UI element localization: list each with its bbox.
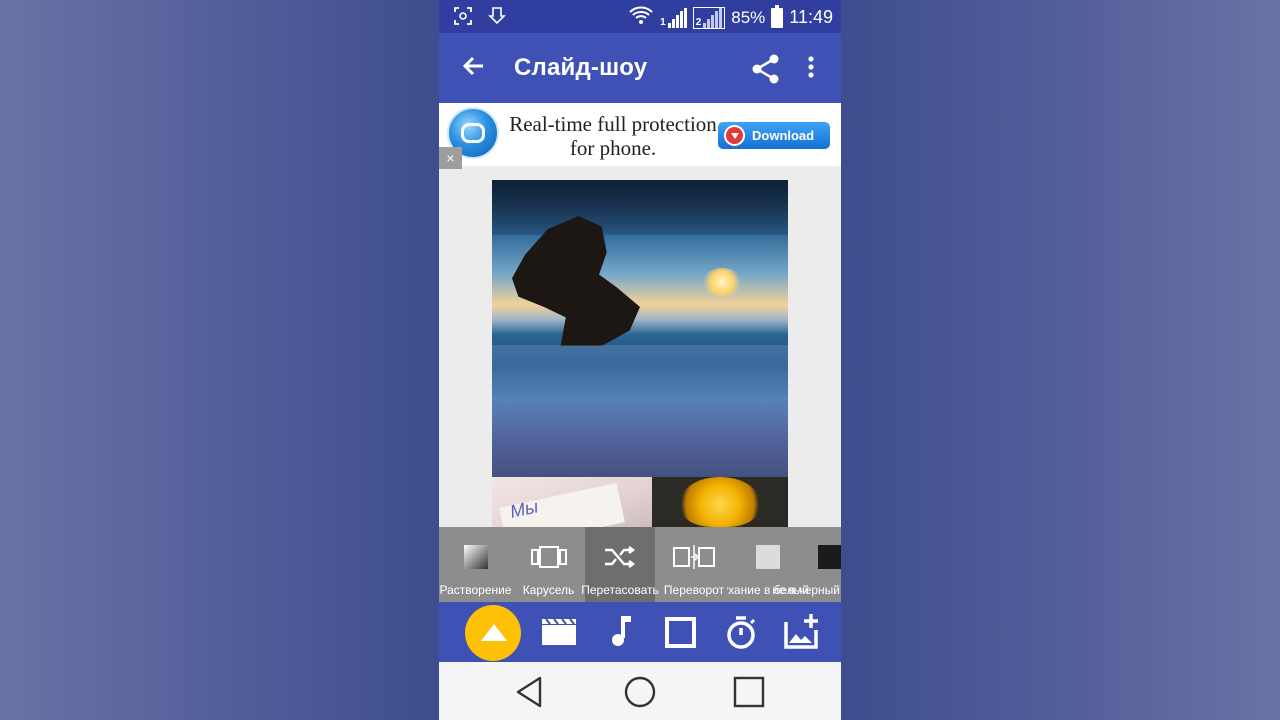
more-vert-icon[interactable] <box>799 52 823 86</box>
fade-black-icon <box>818 545 841 574</box>
transitions-strip[interactable]: Растворение Карусель Перетасовать Перево… <box>439 527 841 602</box>
page-title: Слайд-шоу <box>514 54 648 81</box>
app-bar: Слайд-шоу <box>439 33 841 103</box>
nav-back-icon[interactable] <box>512 674 548 710</box>
theme-icon <box>479 621 509 650</box>
shuffle-icon <box>603 545 637 574</box>
transition-item-carousel[interactable]: Карусель <box>512 527 585 602</box>
wet-sand <box>492 345 788 477</box>
system-nav-bar <box>439 662 841 720</box>
transition-item-shuffle[interactable]: Перетасовать <box>581 527 659 602</box>
theme-button[interactable] <box>465 605 521 661</box>
ad-text: Real-time full protection for phone. <box>509 112 717 160</box>
transition-label: Затухание в черный <box>773 583 840 597</box>
battery-icon <box>771 4 784 28</box>
carousel-icon <box>529 545 569 574</box>
next-photo-thumbnail[interactable]: Мы <box>492 477 788 527</box>
ad-close-button[interactable]: × <box>439 147 462 169</box>
transition-item-fade-black[interactable]: Затухание в черный <box>773 527 841 602</box>
signal-sim1-icon: 1 <box>660 7 687 28</box>
status-bar: 1 2 85% 11:49 <box>439 0 841 33</box>
transition-label: Переворот <box>663 583 725 597</box>
yellow-rose <box>680 477 760 527</box>
transition-item-dissolve[interactable]: Растворение <box>439 527 512 602</box>
screenshot-icon <box>453 6 473 31</box>
frame-icon[interactable] <box>651 602 711 662</box>
slideshow-preview-image[interactable] <box>492 180 788 477</box>
flip-icon <box>672 545 716 574</box>
download-icon <box>487 6 507 31</box>
signal-sim2-icon: 2 <box>692 6 726 29</box>
battery-percent: 85% <box>731 7 766 27</box>
fade-gradient-icon <box>463 545 488 574</box>
clock: 11:49 <box>789 7 833 27</box>
sea-rock <box>512 216 640 346</box>
transition-item-flip[interactable]: Переворот <box>655 527 733 602</box>
background-right <box>841 0 1280 720</box>
sim1-label: 1 <box>660 16 666 28</box>
fade-white-icon <box>756 545 780 574</box>
movie-clapper-icon[interactable] <box>529 602 589 662</box>
back-arrow-icon[interactable] <box>459 51 489 81</box>
ad-banner[interactable]: Real-time full protection for phone. Dow… <box>439 103 841 169</box>
nav-recents-icon[interactable] <box>731 674 767 710</box>
download-arrow-icon <box>724 125 745 146</box>
phone-screen: 1 2 85% 11:49 Слайд-шоу Real-time full p… <box>439 0 841 720</box>
wifi-icon <box>628 5 654 30</box>
sim2-label: 2 <box>695 16 702 28</box>
ad-download-label: Download <box>752 128 815 143</box>
ad-download-button[interactable]: Download <box>718 122 830 149</box>
sun <box>702 268 742 296</box>
background-left <box>0 0 440 720</box>
editor-toolbar <box>439 602 841 662</box>
music-note-icon[interactable] <box>591 602 651 662</box>
share-icon[interactable] <box>749 52 783 86</box>
sky-clouds <box>492 180 788 235</box>
nav-home-icon[interactable] <box>622 674 658 710</box>
add-photo-icon[interactable] <box>771 602 831 662</box>
timer-icon[interactable] <box>711 602 771 662</box>
